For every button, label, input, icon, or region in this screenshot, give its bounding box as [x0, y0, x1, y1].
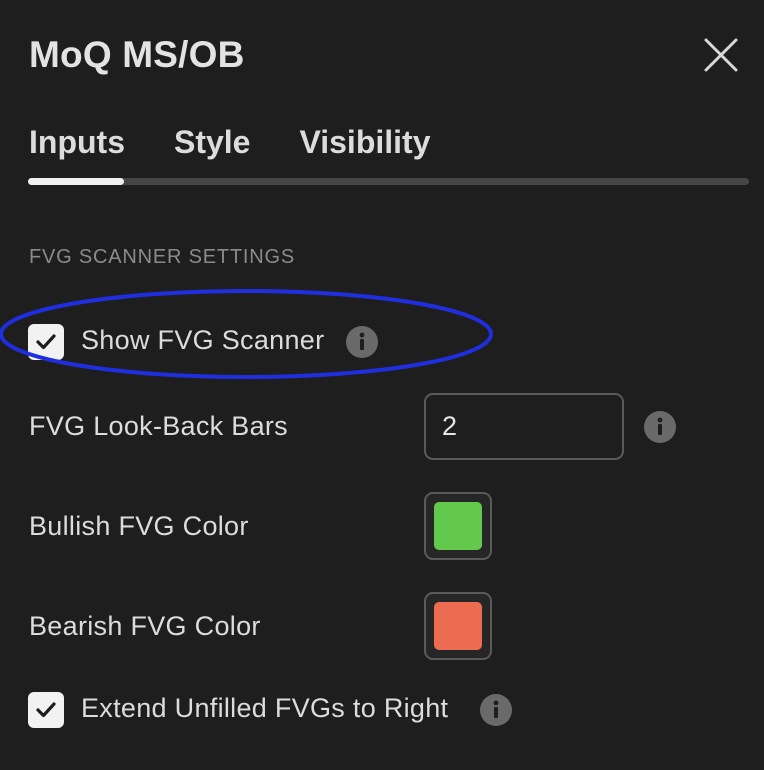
info-icon[interactable] — [480, 694, 512, 726]
bullish-color-swatch[interactable] — [424, 492, 492, 560]
bearish-color-label: Bearish FVG Color — [29, 611, 261, 641]
bearish-color-fill — [434, 602, 482, 650]
extend-unfilled-label: Extend Unfilled FVGs to Right — [81, 693, 449, 723]
tab-bar: Inputs Style Visibility — [29, 124, 479, 174]
section-heading: FVG SCANNER SETTINGS — [29, 246, 296, 268]
tab-style[interactable]: Style — [174, 124, 250, 174]
close-icon — [704, 38, 738, 72]
bullish-color-fill — [434, 502, 482, 550]
bearish-color-swatch[interactable] — [424, 592, 492, 660]
show-fvg-scanner-checkbox[interactable] — [28, 324, 64, 360]
info-icon[interactable] — [346, 326, 378, 358]
tab-visibility[interactable]: Visibility — [299, 124, 430, 174]
checkmark-icon — [36, 334, 56, 350]
info-icon[interactable] — [644, 411, 676, 443]
lookback-bars-label: FVG Look-Back Bars — [29, 411, 288, 441]
dialog-title: MoQ MS/OB — [29, 34, 245, 75]
extend-unfilled-checkbox[interactable] — [28, 692, 64, 728]
indicator-settings-dialog: MoQ MS/OB Inputs Style Visibility FVG SC… — [0, 0, 764, 770]
tab-track — [28, 178, 749, 185]
tab-inputs[interactable]: Inputs — [29, 124, 125, 174]
close-button[interactable] — [700, 34, 742, 76]
active-tab-indicator — [28, 178, 124, 185]
checkmark-icon — [36, 702, 56, 718]
show-fvg-scanner-label: Show FVG Scanner — [81, 325, 325, 355]
bullish-color-label: Bullish FVG Color — [29, 511, 249, 541]
lookback-bars-input[interactable] — [424, 393, 624, 460]
